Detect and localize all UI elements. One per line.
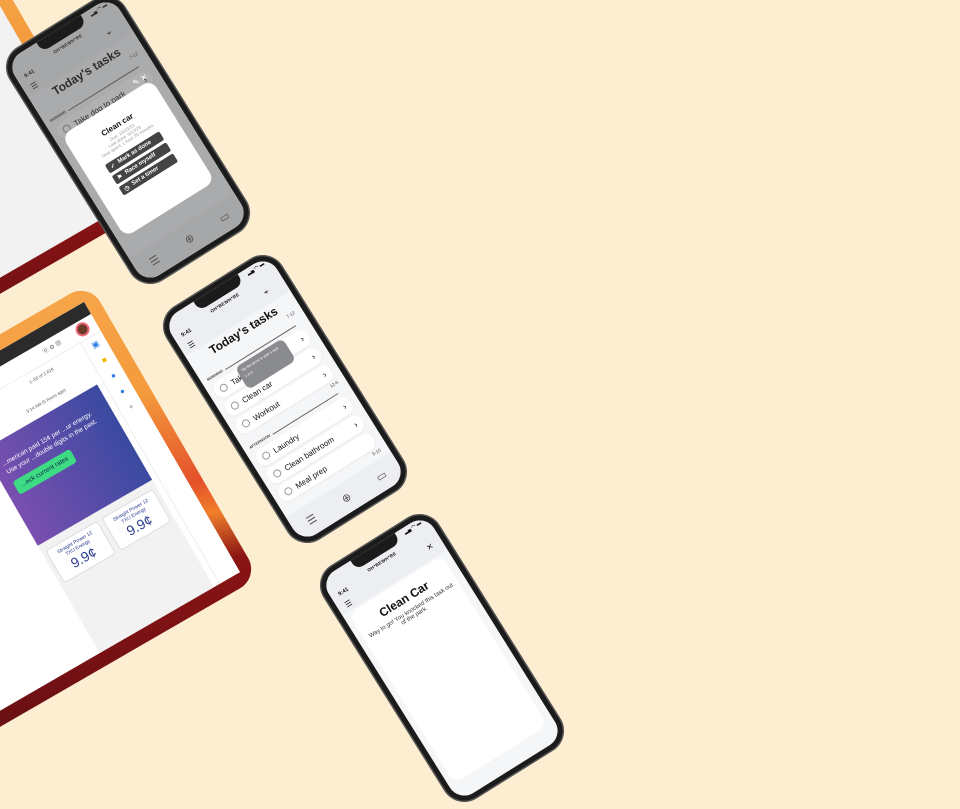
range-label: 12-5 (328, 379, 340, 389)
timer-icon: ◷ (123, 184, 131, 193)
chevron-right-icon[interactable]: › (352, 419, 360, 429)
checkbox[interactable] (271, 467, 283, 479)
chevron-right-icon[interactable]: › (309, 352, 317, 362)
calendar-icon[interactable]: ▭ (373, 467, 389, 484)
checkbox[interactable] (260, 450, 272, 462)
chevron-right-icon[interactable]: › (321, 369, 329, 379)
range-label: 7-12 (285, 310, 296, 320)
add-icon[interactable]: ⊕ (339, 490, 353, 505)
check-icon: ✓ (109, 162, 117, 171)
checkbox[interactable] (282, 485, 294, 497)
phone-task-complete: ▂▄ ◠ ▬ 9:41 OH*BEWH*RE ☰ ✕ Clean Car Way… (313, 507, 571, 809)
chevron-right-icon[interactable]: › (298, 334, 306, 344)
flag-icon: ⚑ (116, 173, 125, 182)
checkbox[interactable] (229, 400, 241, 412)
checkbox[interactable] (240, 417, 252, 429)
checkbox[interactable] (218, 382, 230, 394)
list-icon[interactable]: ☰ (304, 511, 319, 527)
chevron-right-icon[interactable]: › (341, 402, 349, 412)
range-label: 5-10 (371, 447, 382, 457)
